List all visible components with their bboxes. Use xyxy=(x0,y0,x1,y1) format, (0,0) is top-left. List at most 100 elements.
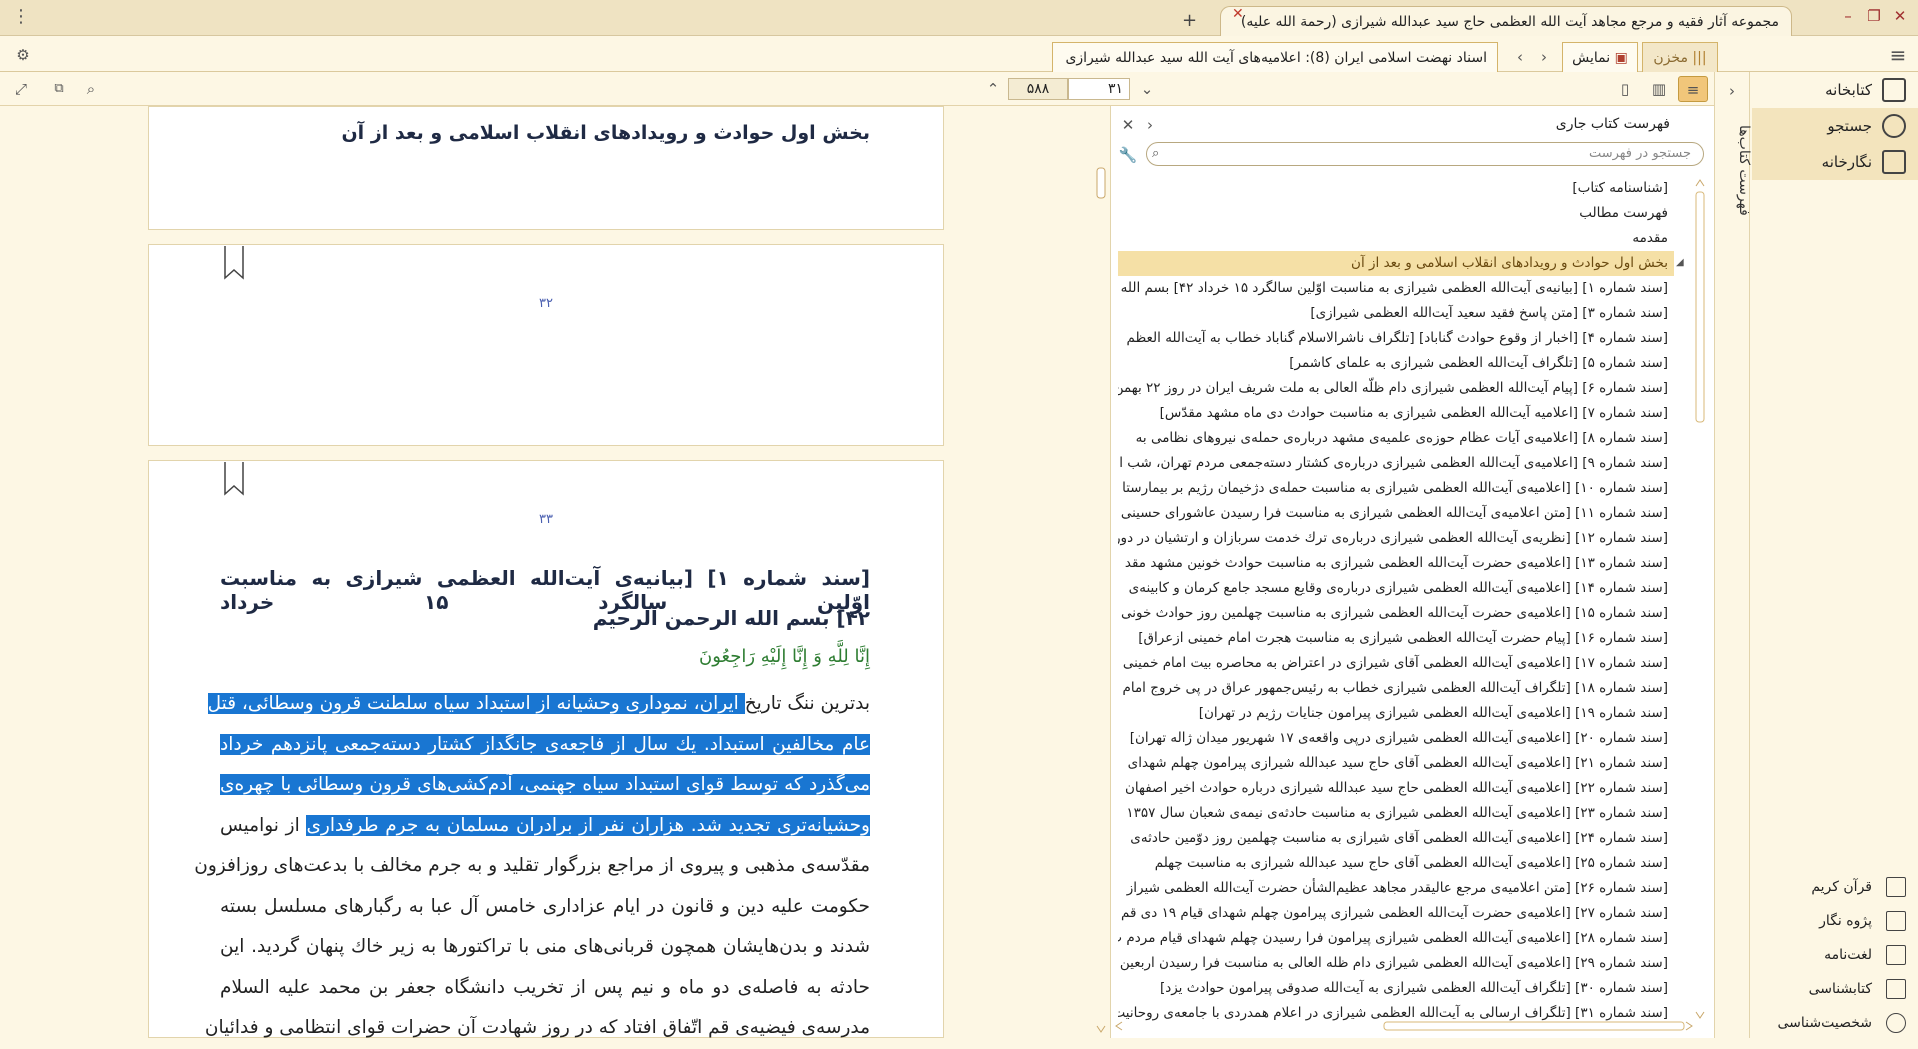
close-button[interactable]: ✕ xyxy=(1888,4,1912,28)
document-body[interactable]: بدترین ننگ تاریخ ایران، نموداری وحشیانه … xyxy=(194,684,870,1049)
tab-next-icon[interactable]: › xyxy=(1532,44,1556,70)
toc-item[interactable]: مقدمه xyxy=(1118,226,1674,251)
expand-arrow-icon[interactable]: ◢ xyxy=(1676,257,1684,268)
toc-item[interactable]: [سند شماره ۹] [اعلامیه‌ی آیت‌الله العظمی… xyxy=(1118,451,1674,476)
toc-item[interactable]: [سند شماره ۸] [اعلامیه‌ی آیات عظام حوزه‌… xyxy=(1118,426,1674,451)
toc-item[interactable]: [سند شماره ۱۳] [اعلامیه‌ی حضرت آیت‌الله … xyxy=(1118,551,1674,576)
sidebar-item-gallery[interactable]: نگارخانه xyxy=(1752,144,1918,180)
text-view-icon[interactable]: ≡ xyxy=(1678,76,1708,102)
toc-scrollbar[interactable] xyxy=(1692,176,1708,1030)
toc-item[interactable]: [سند شماره ۲۳] [اعلامیه‌ی آیت‌الله العظم… xyxy=(1118,801,1674,826)
page-up-icon[interactable]: ⌃ xyxy=(982,76,1004,102)
toc-item[interactable]: [سند شماره ۱۶] [پیام حضرت آیت‌الله العظم… xyxy=(1118,626,1674,651)
sidebar-item-research[interactable]: پژوه نگار xyxy=(1752,906,1918,936)
new-tab-button[interactable]: + xyxy=(1182,10,1197,31)
sidebar-item-bibliography[interactable]: کتابشناسی xyxy=(1752,974,1918,1004)
document-line[interactable]: مدرسه‌ی فیضیه‌ی قم اتّفاق افتاد که در رو… xyxy=(205,1008,870,1049)
sidebar-item-biography[interactable]: شخصیت‌شناسی xyxy=(1752,1008,1918,1038)
toc-item[interactable]: [سند شماره ۶] [پیام آیت‌الله العظمی شیرا… xyxy=(1118,376,1674,401)
toc-item[interactable]: [سند شماره ۱۵] [اعلامیه‌ی حضرت آیت‌الله … xyxy=(1118,601,1674,626)
toc-item[interactable]: [سند شماره ۲۷] [اعلامیه‌ی حضرت آیت‌الله … xyxy=(1118,901,1674,926)
toc-item[interactable]: [سند شماره ۱۰] [اعلامیه‌ی آیت‌الله العظم… xyxy=(1118,476,1674,501)
line-text: مدرسه‌ی فیضیه‌ی قم اتّفاق افتاد که در رو… xyxy=(204,1017,870,1038)
book-list-vertical-label[interactable]: فهرست کتاب‌ها xyxy=(1712,110,1752,230)
page-down-icon[interactable]: ⌄ xyxy=(1136,76,1158,102)
document-line[interactable]: وحشیانه‌تری تجدید شد. هزاران نفر از براد… xyxy=(220,806,870,847)
line-text: از نوامیس xyxy=(220,814,307,836)
toc-horizontal-scrollbar[interactable] xyxy=(1114,1018,1694,1034)
settings-gear-icon[interactable]: ⚙ xyxy=(10,42,36,68)
tab-display-label: نمایش xyxy=(1572,50,1611,66)
book-view-icon[interactable]: ▥ xyxy=(1646,76,1672,102)
toc-item[interactable]: [سند شماره ۴] [اخبار از وقوع حوادث گنابا… xyxy=(1118,326,1674,351)
toc-item[interactable]: [سند شماره ۲۹] [اعلامیه‌ی آیت‌الله العظم… xyxy=(1118,951,1674,976)
search-icon xyxy=(1882,114,1906,138)
toc-item[interactable]: [سند شماره ۳] [متن پاسخ فقید سعید آیت‌ال… xyxy=(1118,301,1674,326)
toc-item[interactable]: [سند شماره ۲۱] [اعلامیه‌ی آیت‌الله العظم… xyxy=(1118,751,1674,776)
toc-search-input[interactable]: جستجو در فهرست xyxy=(1146,142,1704,166)
toc-item[interactable]: [سند شماره ۱۹] [اعلامیه‌ی آیت‌الله العظم… xyxy=(1118,701,1674,726)
tab-close-icon[interactable]: ✕ xyxy=(1232,6,1244,22)
toc-item[interactable]: [سند شماره ۱۱] [متن اعلامیه‌ی آیت‌الله ا… xyxy=(1118,501,1674,526)
sidebar-item-search[interactable]: جستجو xyxy=(1752,108,1918,144)
app-menu-icon[interactable]: ⋮ xyxy=(12,6,30,27)
tab-prev-icon[interactable]: ‹ xyxy=(1508,44,1532,70)
quran-icon xyxy=(1886,877,1906,897)
toc-item-selected[interactable]: بخش اول حوادث و رویدادهای انقلاب اسلامی … xyxy=(1118,251,1674,276)
toc-item[interactable]: [سند شماره ۷] [اعلامیه آیت‌الله العظمی ش… xyxy=(1118,401,1674,426)
line-text: شدند و بدن‌هایشان همچون قربانی‌های منی ب… xyxy=(220,936,870,957)
single-page-icon[interactable]: ▯ xyxy=(1612,76,1638,102)
tab-store[interactable]: مخزن ||| xyxy=(1642,42,1718,72)
hamburger-menu-icon[interactable]: ≡ xyxy=(1884,42,1912,68)
page-number-input[interactable]: ۳۱ xyxy=(1068,78,1130,100)
sidebar-item-label: پژوه نگار xyxy=(1819,913,1872,929)
minimize-button[interactable]: – xyxy=(1836,4,1860,28)
tab-display[interactable]: نمایش ▣ xyxy=(1562,42,1638,72)
toc-item[interactable]: [سند شماره ۱] [بیانیه‌ی آیت‌الله العظمی … xyxy=(1118,276,1674,301)
toc-item[interactable]: [سند شماره ۱۷] [اعلامیه‌ی آیت‌الله العظم… xyxy=(1118,651,1674,676)
line-text: حکومت علیه دین و قانون در ایام عزاداری خ… xyxy=(220,895,870,917)
toc-item[interactable]: [شناسنامه کتاب] xyxy=(1118,176,1674,201)
page-number: ۳۲ xyxy=(539,296,553,311)
document-scrollbar[interactable] xyxy=(1094,108,1108,1036)
tab-store-label: مخزن xyxy=(1653,50,1688,66)
tab-document[interactable]: اسناد نهضت اسلامی ایران (8): اعلامیه‌های… xyxy=(1052,42,1498,72)
document-line[interactable]: حادثه به فاصله‌ی دو ماه و نیم پس از تخری… xyxy=(220,968,870,1009)
close-panel-icon[interactable]: ✕ xyxy=(1118,112,1138,138)
toc-item[interactable]: [سند شماره ۳۰] [تلگراف آیت‌الله العظمی ش… xyxy=(1118,976,1674,1001)
wrench-icon[interactable]: 🔧 xyxy=(1116,142,1140,168)
document-line[interactable]: حکومت علیه دین و قانون در ایام عزاداری خ… xyxy=(220,887,870,928)
toc-item[interactable]: [سند شماره ۵] [تلگراف آیت‌الله العظمی شی… xyxy=(1118,351,1674,376)
sidebar-item-label: شخصیت‌شناسی xyxy=(1777,1015,1873,1031)
document-line[interactable]: بدترین ننگ تاریخ ایران، نموداری وحشیانه … xyxy=(207,684,870,725)
toc-item[interactable]: [سند شماره ۲۸] [اعلامیه‌ی آیت‌الله العظم… xyxy=(1118,926,1674,951)
toc-item[interactable]: [سند شماره ۱۸] [تلگراف آیت‌الله العظمی ش… xyxy=(1118,676,1674,701)
document-line[interactable]: مقدّسه‌ی مذهبی و پیروی از مراجع بزرگوار … xyxy=(194,846,870,887)
bookmark-icon[interactable] xyxy=(224,462,244,496)
compare-icon[interactable]: ⧉ xyxy=(44,76,74,102)
sidebar-item-dictionary[interactable]: لغت‌نامه xyxy=(1752,940,1918,970)
document-line[interactable]: عام مخالفین استبداد. یك سال از فاجعه‌ی ج… xyxy=(220,725,870,766)
toc-item[interactable]: [سند شماره ۲۴] [اعلامیه‌ی آیت‌الله العظم… xyxy=(1118,826,1674,851)
sidebar-item-library[interactable]: کتابخانه xyxy=(1752,72,1918,108)
toc-item[interactable]: [سند شماره ۱۲] [نظریه‌ی آیت‌الله العظمی … xyxy=(1118,526,1674,551)
collapse-icon[interactable]: › xyxy=(1720,78,1744,104)
document-title-line-2: ۴۲] بسم الله الرحمن الرحیم xyxy=(592,606,870,630)
document-line[interactable]: شدند و بدن‌هایشان همچون قربانی‌های منی ب… xyxy=(220,927,870,968)
toc-item[interactable]: [سند شماره ۱۴] [اعلامیه‌ی آیت‌الله العظم… xyxy=(1118,576,1674,601)
restore-button[interactable]: ❐ xyxy=(1862,4,1886,28)
expand-icon[interactable]: ⤢ xyxy=(8,76,34,102)
toc-item[interactable]: فهرست مطالب xyxy=(1118,201,1674,226)
bookmark-icon[interactable] xyxy=(224,246,244,280)
window-title[interactable]: مجموعه آثار فقیه و مرجع مجاهد آیت الله ا… xyxy=(1220,6,1792,36)
selected-text: عام مخالفین استبداد. یك سال از فاجعه‌ی ج… xyxy=(220,733,870,755)
toc-item[interactable]: [سند شماره ۲۰] [اعلامیه‌ی آیت‌الله العظم… xyxy=(1118,726,1674,751)
panel-nav-icon[interactable]: › xyxy=(1140,112,1160,138)
toc-item[interactable]: [سند شماره ۲۵] [اعلامیه‌ی آیت‌الله العظم… xyxy=(1118,851,1674,876)
document-line[interactable]: می‌گذرد که توسط قوای استبداد سیاه جهنمی،… xyxy=(220,765,870,806)
toc-item[interactable]: [سند شماره ۲۲] [اعلامیه‌ی آیت‌الله العظم… xyxy=(1118,776,1674,801)
search-icon[interactable]: ⌕ xyxy=(78,76,104,102)
sidebar-item-quran[interactable]: قرآن کریم xyxy=(1752,872,1918,902)
selected-text: ایران، نموداری وحشیانه از استبداد سیاه س… xyxy=(207,693,745,714)
toc-item[interactable]: [سند شماره ۲۶] [متن اعلامیه‌ی مرجع عالیق… xyxy=(1118,876,1674,901)
